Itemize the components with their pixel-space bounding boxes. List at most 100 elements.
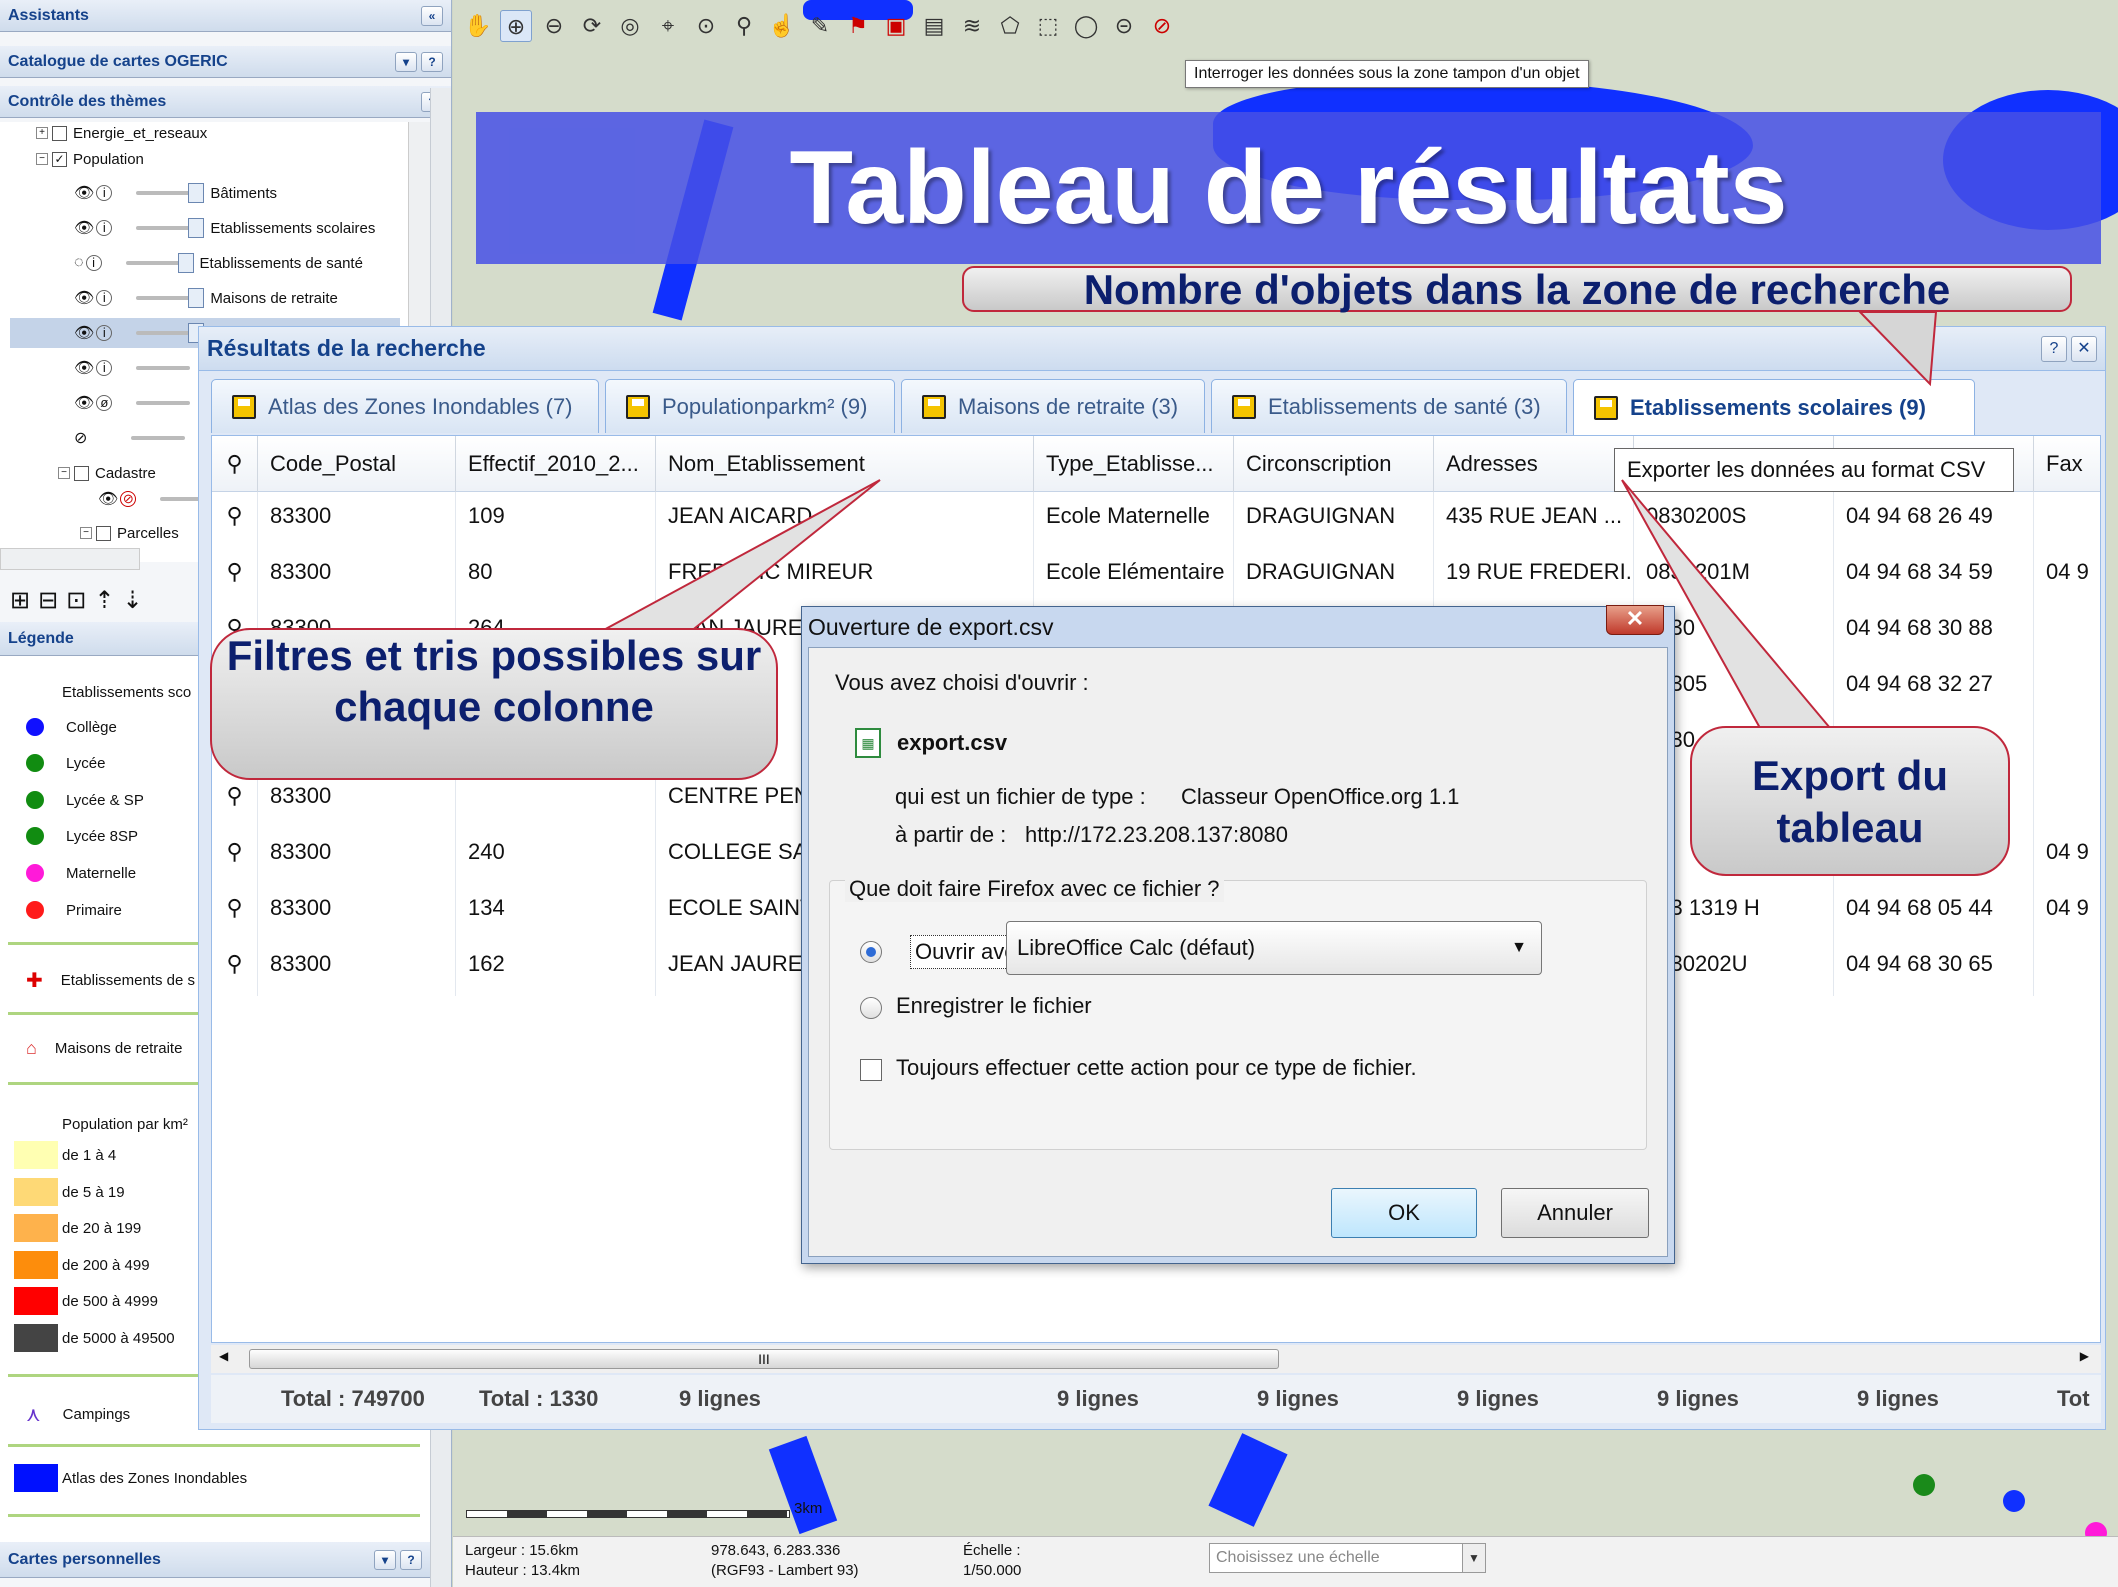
export-csv-icon[interactable]	[1594, 395, 1618, 420]
layer-checkbox[interactable]	[96, 525, 111, 541]
help-icon[interactable]: ?	[400, 1549, 422, 1570]
layer-checkbox[interactable]	[74, 465, 89, 481]
layer-properties-icon[interactable]: ⊡	[66, 586, 86, 614]
layer-up-icon[interactable]: ⇡	[94, 586, 114, 614]
refresh-icon[interactable]: ⟳	[576, 10, 608, 42]
expand-icon[interactable]: +	[36, 127, 48, 139]
add-layer-icon[interactable]: ⊞	[10, 586, 30, 614]
flag-icon[interactable]: ⚑	[842, 10, 874, 42]
save-disk-icon[interactable]	[232, 394, 256, 419]
column-header[interactable]: Fax	[2034, 436, 2100, 492]
pointer-info-icon[interactable]: ☝	[766, 10, 798, 42]
loading-icon[interactable]: ◌	[74, 254, 84, 272]
tree-item-layer[interactable]: 👁 i	[74, 353, 191, 383]
column-header[interactable]: Type_Etablisse...	[1034, 436, 1234, 492]
zoom-to-object-icon[interactable]: ⚲	[212, 492, 258, 548]
save-icon[interactable]: ▤	[918, 10, 950, 42]
polygon-select-icon[interactable]: ⬠	[994, 10, 1026, 42]
zoom-to-object-icon[interactable]: ⚲	[212, 772, 258, 828]
tab-population[interactable]: Populationparkm² (9)	[605, 379, 895, 433]
scale-select[interactable]: Choisissez une échelle ▼	[1209, 1543, 1486, 1573]
opacity-slider[interactable]	[136, 226, 191, 230]
info-icon[interactable]: i	[96, 290, 113, 306]
tab-azi[interactable]: Atlas des Zones Inondables (7)	[211, 379, 599, 433]
column-header[interactable]: Effectif_2010_2...	[456, 436, 656, 492]
opacity-slider[interactable]	[125, 261, 180, 265]
circle-select-icon[interactable]: ◯	[1070, 10, 1102, 42]
eye-off-icon[interactable]: ⊘	[74, 428, 87, 448]
tab-maisons-retraite[interactable]: Maisons de retraite (3)	[901, 379, 1205, 433]
scroll-thumb[interactable]: III	[249, 1349, 1279, 1369]
chevron-down-icon[interactable]: ▾	[374, 1549, 396, 1570]
tree-item-etab-scolaires[interactable]: 👁 i Etablissements scolaires	[74, 213, 375, 243]
slider-thumb[interactable]	[177, 253, 194, 273]
zoom-to-object-icon[interactable]: ⚲	[212, 884, 258, 940]
save-file-radio[interactable]	[860, 997, 882, 1019]
opacity-slider[interactable]	[136, 296, 191, 300]
eye-icon[interactable]: 👁	[74, 358, 94, 378]
help-icon[interactable]: ?	[421, 51, 443, 72]
collapse-tree-icon[interactable]: −	[36, 153, 48, 165]
rectangle-select-icon[interactable]: ⬚	[1032, 10, 1064, 42]
table-row[interactable]: ⚲ 83300 109 JEAN AICARD Ecole Maternelle DRAG…	[212, 492, 2100, 548]
dialog-titlebar[interactable]: Ouverture de export.csv	[802, 607, 1674, 647]
theme-control-header[interactable]: Contrôle des thèmes ?	[0, 86, 451, 118]
zoom-in-icon[interactable]: ⊕	[500, 10, 532, 42]
layer-checkbox[interactable]	[52, 125, 67, 141]
pan-hand-icon[interactable]: ✋	[462, 10, 494, 42]
eye-icon[interactable]: 👁	[74, 323, 94, 343]
tree-item-population[interactable]: − ✓ Population	[36, 144, 144, 174]
application-select[interactable]: LibreOffice Calc (défaut) ▼	[1006, 921, 1542, 975]
tree-item-parcelles[interactable]: − Parcelles	[80, 518, 179, 548]
save-disk-icon[interactable]	[626, 394, 650, 419]
collapse-tree-icon[interactable]: −	[58, 467, 70, 479]
chevron-down-icon[interactable]: ▼	[1511, 922, 1527, 974]
column-header[interactable]: Code_Postal	[258, 436, 456, 492]
ok-button[interactable]: OK	[1331, 1188, 1477, 1238]
info-icon[interactable]: i	[96, 325, 113, 341]
column-header[interactable]: Adresses	[1434, 436, 1634, 492]
save-disk-icon[interactable]	[922, 394, 946, 419]
gps-icon[interactable]: ⊙	[690, 10, 722, 42]
filter-icon[interactable]: ⚲	[212, 436, 258, 492]
save-disk-icon[interactable]	[1232, 394, 1256, 419]
grid-horizontal-scrollbar[interactable]: ◀ III ▶	[211, 1345, 2101, 1373]
catalogue-header[interactable]: Catalogue de cartes OGERIC ▾?	[0, 46, 451, 78]
info-icon[interactable]: i	[96, 360, 113, 376]
collapse-icon[interactable]: «	[421, 5, 443, 26]
blocked-icon[interactable]: ⊘	[120, 491, 137, 507]
save-file-label[interactable]: Enregistrer le fichier	[896, 993, 1092, 1019]
buffer-icon[interactable]: ⊝	[1108, 10, 1140, 42]
chevron-down-icon[interactable]: ▾	[395, 51, 417, 72]
close-icon[interactable]: ✕	[2071, 335, 2097, 362]
eye-icon[interactable]: 👁	[74, 218, 94, 238]
column-header[interactable]: Circonscription	[1234, 436, 1434, 492]
zoom-to-object-icon[interactable]: ⚲	[212, 828, 258, 884]
slider-thumb[interactable]	[188, 288, 205, 308]
table-row[interactable]: ⚲ 83300 80 FREDERIC MIREUR Ecole Elémentaire…	[212, 548, 2100, 604]
eye-icon[interactable]: 👁	[74, 288, 94, 308]
zoom-to-object-icon[interactable]: ⚲	[212, 940, 258, 996]
tab-etab-scolaires[interactable]: Etablissements scolaires (9)	[1573, 379, 1975, 435]
column-header[interactable]: Nom_Etablissement	[656, 436, 1034, 492]
pdf-icon[interactable]: ▣	[880, 10, 912, 42]
opacity-slider[interactable]	[131, 436, 186, 440]
tree-item-layer[interactable]: 👁 ø	[74, 388, 191, 418]
tree-item-layer[interactable]: ⊘	[74, 423, 186, 453]
info-icon[interactable]: ø	[96, 395, 113, 411]
tree-item-batiments[interactable]: 👁 i Bâtiments	[74, 178, 277, 208]
slider-thumb[interactable]	[188, 218, 205, 238]
scroll-right-icon[interactable]: ▶	[2080, 1349, 2089, 1363]
cancel-button[interactable]: Annuler	[1501, 1188, 1649, 1238]
info-icon[interactable]: i	[96, 185, 113, 201]
eye-icon[interactable]: 👁	[74, 393, 94, 413]
layer-down-icon[interactable]: ⇣	[122, 586, 142, 614]
opacity-slider[interactable]	[136, 191, 191, 195]
opacity-slider[interactable]	[136, 331, 191, 335]
buffer-query-icon[interactable]: ⊘	[1146, 10, 1178, 42]
tree-item-etab-sante[interactable]: ◌ i Etablissements de santé	[74, 248, 363, 278]
custom-maps-header[interactable]: Cartes personnelles ▾?	[0, 1542, 430, 1578]
remove-layer-icon[interactable]: ⊟	[38, 586, 58, 614]
eye-icon[interactable]: 👁	[98, 489, 118, 509]
tree-horizontal-scrollbar[interactable]	[0, 548, 140, 570]
